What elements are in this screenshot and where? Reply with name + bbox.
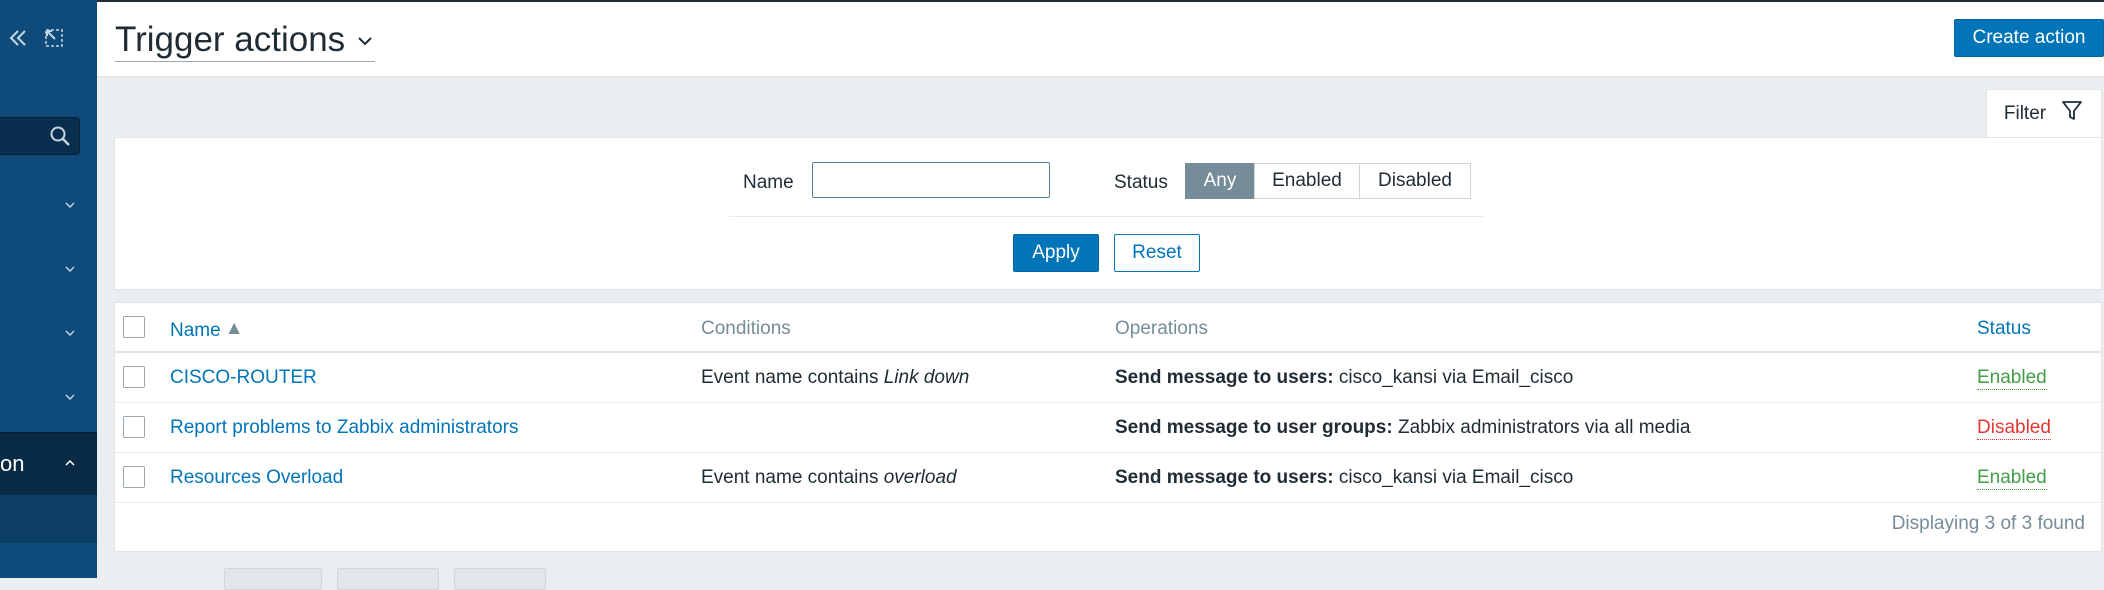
conditions-cell: Event name contains Link down	[701, 367, 970, 388]
name-filter-input[interactable]	[812, 162, 1050, 198]
condition-value: Link down	[883, 367, 970, 388]
name-label: Name	[743, 172, 794, 193]
operations-cell: Send message to users: cisco_kansi via E…	[1115, 367, 1574, 388]
funnel-icon	[2060, 99, 2084, 129]
table-header: Name ▲ Conditions Operations Status	[115, 303, 2101, 353]
action-name-link[interactable]: CISCO-ROUTER	[170, 367, 317, 389]
apply-button[interactable]: Apply	[1013, 234, 1099, 272]
mass-action-button[interactable]	[337, 568, 439, 590]
mass-action-button[interactable]	[454, 568, 546, 590]
chevron-up-icon	[62, 455, 78, 476]
sidebar-search-input[interactable]	[0, 117, 80, 155]
status-option-any[interactable]: Any	[1185, 163, 1255, 199]
row-checkbox[interactable]	[123, 466, 145, 488]
filter-divider	[729, 216, 1483, 217]
create-action-button[interactable]: Create action	[1954, 19, 2104, 57]
chevron-down-icon[interactable]	[62, 389, 78, 410]
column-header-status[interactable]: Status	[1977, 318, 2031, 340]
sidebar-item-label: on	[0, 451, 25, 476]
mass-action-button[interactable]	[224, 568, 322, 590]
action-name-link[interactable]: Report problems to Zabbix administrators	[170, 417, 518, 439]
sort-asc-icon: ▲	[224, 318, 244, 339]
chevron-down-icon[interactable]	[62, 325, 78, 346]
status-option-enabled[interactable]: Enabled	[1254, 163, 1360, 199]
row-checkbox[interactable]	[123, 366, 145, 388]
chevron-down-icon	[355, 20, 375, 60]
filter-panel: Name Status Any Enabled Disabled Apply R…	[114, 137, 2102, 290]
table-row: Report problems to Zabbix administrators…	[115, 403, 2101, 453]
page-header: Trigger actions Create action	[97, 0, 2104, 77]
condition-value: overload	[883, 467, 957, 488]
row-checkbox[interactable]	[123, 416, 145, 438]
column-header-operations: Operations	[1115, 318, 1208, 339]
search-icon[interactable]	[49, 125, 71, 152]
status-segmented-control: Any Enabled Disabled	[1185, 163, 1471, 199]
status-label: Status	[1114, 172, 1168, 193]
table-row: Resources Overload Event name contains o…	[115, 453, 2101, 503]
operations-cell: Send message to user groups: Zabbix admi…	[1115, 417, 1691, 438]
table-footer-count: Displaying 3 of 3 found	[1891, 513, 2085, 534]
operations-cell: Send message to users: cisco_kansi via E…	[1115, 467, 1574, 488]
sidebar: on	[0, 0, 97, 578]
chevron-down-icon[interactable]	[62, 197, 78, 218]
filter-tab[interactable]: Filter	[1986, 89, 2102, 138]
reset-button[interactable]: Reset	[1114, 234, 1200, 272]
actions-table: Name ▲ Conditions Operations Status CISCO…	[114, 302, 2102, 552]
table-row: CISCO-ROUTER Event name contains Link do…	[115, 353, 2101, 403]
action-name-link[interactable]: Resources Overload	[170, 467, 343, 489]
undock-icon[interactable]	[42, 26, 66, 50]
operation-type: Send message to users:	[1115, 367, 1334, 388]
filter-tab-label: Filter	[2003, 103, 2047, 124]
page-title-dropdown[interactable]: Trigger actions	[115, 20, 376, 62]
sidebar-controls	[6, 26, 66, 50]
sidebar-submenu	[0, 495, 97, 543]
column-header-name[interactable]: Name ▲	[170, 318, 244, 342]
column-header-conditions: Conditions	[701, 318, 791, 339]
status-toggle-link[interactable]: Disabled	[1977, 417, 2051, 440]
sidebar-item-active[interactable]: on	[0, 432, 97, 496]
operation-type: Send message to user groups:	[1115, 417, 1393, 438]
status-toggle-link[interactable]: Enabled	[1977, 467, 2047, 490]
chevron-down-icon[interactable]	[62, 261, 78, 282]
conditions-cell: Event name contains overload	[701, 467, 957, 488]
operation-type: Send message to users:	[1115, 467, 1334, 488]
page-title: Trigger actions	[115, 20, 346, 59]
status-toggle-link[interactable]: Enabled	[1977, 367, 2047, 390]
status-option-disabled[interactable]: Disabled	[1359, 163, 1471, 199]
double-chevron-left-icon[interactable]	[6, 26, 30, 50]
select-all-checkbox[interactable]	[123, 316, 145, 338]
